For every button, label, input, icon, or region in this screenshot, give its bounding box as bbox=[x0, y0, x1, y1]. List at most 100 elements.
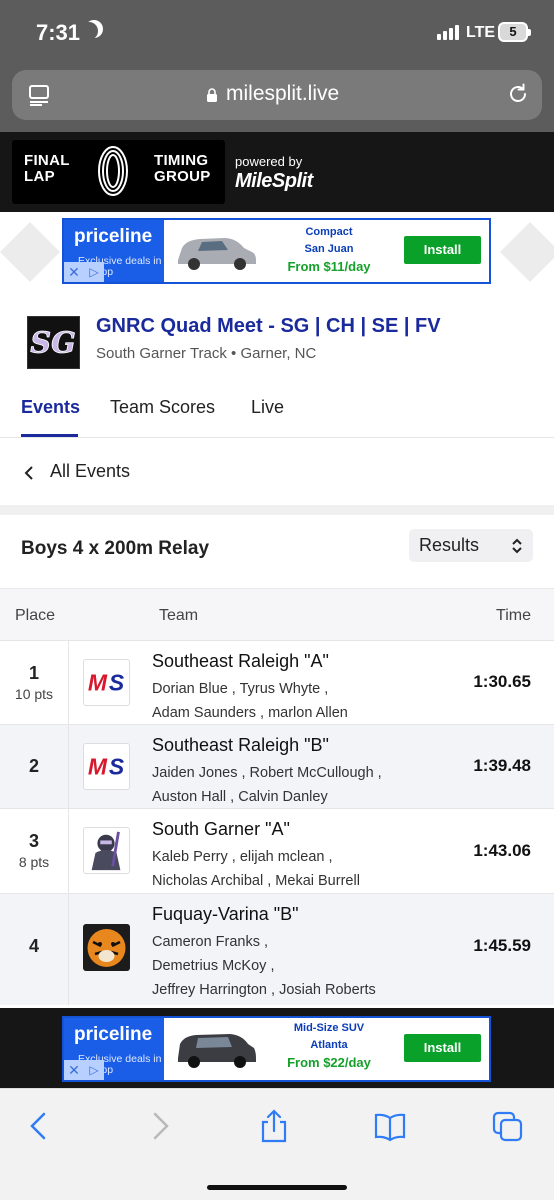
place-cell: 3 8 pts bbox=[0, 809, 69, 893]
place-number: 1 bbox=[28, 663, 39, 683]
forward-arrow-icon[interactable] bbox=[143, 1109, 175, 1143]
athlete-list: Cameron Franks , Demetrius McKoy , Jeffr… bbox=[152, 930, 442, 1002]
site-header: FINAL LAP TIMING GROUP powered by MileSp… bbox=[0, 132, 554, 212]
athletes-line: Demetrius McKoy , bbox=[152, 958, 275, 974]
ad-close-icon[interactable]: ✕ bbox=[64, 262, 84, 282]
col-team: Team bbox=[159, 607, 199, 624]
athletes-line: Kaleb Perry , elijah mclean , bbox=[152, 849, 333, 865]
team-name[interactable]: Fuquay-Varina "B" bbox=[152, 904, 299, 925]
athlete-list: Jaiden Jones , Robert McCullough , Austo… bbox=[152, 761, 442, 809]
priceline-ad[interactable]: priceline Exclusive deals in the app ✕ ▷… bbox=[62, 218, 491, 284]
ad-choices-icon[interactable]: ▷ bbox=[84, 1060, 104, 1080]
tab-events[interactable]: Events bbox=[21, 397, 80, 418]
milesplit-logo[interactable]: MileSplit bbox=[235, 170, 313, 193]
reader-mode-icon[interactable] bbox=[28, 84, 50, 106]
ad-offer: Compact San Juan From $11/day bbox=[264, 224, 394, 275]
tabs-icon[interactable] bbox=[492, 1109, 524, 1143]
team-name[interactable]: Southeast Raleigh "A" bbox=[152, 651, 329, 672]
meet-title[interactable]: GNRC Quad Meet - SG | CH | SE | FV bbox=[96, 315, 441, 338]
lock-icon bbox=[207, 88, 217, 102]
event-title: Boys 4 x 200m Relay bbox=[21, 538, 210, 559]
table-row[interactable]: 4 Fuquay-Varina "B" Cameron Franks , Dem… bbox=[0, 893, 554, 1005]
car-image bbox=[178, 1034, 256, 1068]
back-arrow-icon[interactable] bbox=[24, 1109, 56, 1143]
browser-toolbar: milesplit.live bbox=[0, 64, 554, 132]
team-name[interactable]: South Garner "A" bbox=[152, 819, 290, 840]
meet-location: South Garner Track • Garner, NC bbox=[96, 345, 317, 362]
athletes-line: Auston Hall , Calvin Danley bbox=[152, 789, 328, 805]
home-indicator bbox=[207, 1185, 347, 1190]
athletes-line: Cameron Franks , bbox=[152, 934, 269, 950]
status-time: 7:31 bbox=[36, 20, 81, 45]
svg-text:M: M bbox=[88, 754, 108, 780]
team-logo bbox=[83, 924, 130, 971]
svg-text:M: M bbox=[88, 670, 108, 696]
share-icon[interactable] bbox=[258, 1109, 290, 1143]
reload-icon[interactable] bbox=[506, 82, 530, 106]
place-cell: 1 10 pts bbox=[0, 641, 69, 724]
network-label: LTE bbox=[466, 24, 496, 41]
bookmarks-icon[interactable] bbox=[374, 1109, 406, 1143]
all-events-link[interactable]: All Events bbox=[0, 439, 554, 505]
address-bar[interactable]: milesplit.live bbox=[12, 70, 542, 120]
url-text[interactable]: milesplit.live bbox=[226, 82, 339, 106]
team-name[interactable]: Southeast Raleigh "B" bbox=[152, 735, 329, 756]
table-row[interactable]: 3 8 pts South Garner "A" Kaleb Perry , e… bbox=[0, 808, 554, 893]
svg-text:S: S bbox=[109, 670, 125, 696]
top-ad-band: priceline Exclusive deals in the app ✕ ▷… bbox=[0, 212, 554, 290]
ad-install-button[interactable]: Install bbox=[404, 236, 481, 264]
ad-brand: priceline bbox=[74, 1024, 153, 1045]
ad-install-button[interactable]: Install bbox=[404, 1034, 481, 1062]
result-time: 1:30.65 bbox=[473, 672, 531, 691]
place-cell: 2 bbox=[0, 725, 69, 808]
result-time: 1:39.48 bbox=[473, 756, 531, 775]
table-row[interactable]: 1 10 pts M S Southeast Raleigh "A" Doria… bbox=[0, 640, 554, 724]
place-points: 10 pts bbox=[14, 686, 54, 702]
track-oval-icon bbox=[98, 146, 128, 196]
results-table-header: Place Team Time bbox=[0, 588, 554, 640]
section-divider bbox=[0, 505, 554, 515]
place-number: 3 bbox=[28, 831, 39, 851]
col-place: Place bbox=[15, 607, 56, 624]
athletes-line: Jaiden Jones , Robert McCullough , bbox=[152, 765, 382, 781]
priceline-ad[interactable]: priceline Exclusive deals in the app ✕ ▷… bbox=[62, 1016, 491, 1082]
bottom-ad-band: priceline Exclusive deals in the app ✕ ▷… bbox=[0, 1008, 554, 1088]
place-number: 2 bbox=[28, 756, 39, 776]
athletes-line: Dorian Blue , Tyrus Whyte , bbox=[152, 681, 329, 697]
ad-car-type: Mid-Size SUV bbox=[293, 1022, 365, 1034]
view-select-value: Results bbox=[419, 535, 480, 555]
tab-team-scores[interactable]: Team Scores bbox=[110, 397, 215, 418]
ad-choices-icon[interactable]: ▷ bbox=[84, 262, 104, 282]
ad-close-icon[interactable]: ✕ bbox=[64, 1060, 84, 1080]
active-tab-indicator bbox=[21, 434, 78, 437]
col-time: Time bbox=[496, 607, 531, 624]
final-lap-logo[interactable]: FINAL LAP TIMING GROUP bbox=[12, 140, 225, 204]
team-logo: M S bbox=[83, 659, 130, 706]
car-image bbox=[178, 238, 256, 270]
athletes-line: Adam Saunders , marlon Allen bbox=[152, 705, 348, 721]
chevron-left-icon bbox=[24, 466, 33, 480]
athlete-list: Dorian Blue , Tyrus Whyte , Adam Saunder… bbox=[152, 677, 442, 725]
tab-live[interactable]: Live bbox=[251, 397, 284, 418]
result-time: 1:45.59 bbox=[473, 936, 531, 955]
table-row[interactable]: 2 M S Southeast Raleigh "B" Jaiden Jones… bbox=[0, 724, 554, 808]
athlete-list: Kaleb Perry , elijah mclean , Nicholas A… bbox=[152, 845, 442, 893]
moon-icon bbox=[80, 22, 98, 40]
select-arrows-icon bbox=[512, 538, 522, 554]
athletes-line: Nicholas Archibal , Mekai Burrell bbox=[152, 873, 360, 889]
ad-price: From $22/day bbox=[287, 1055, 371, 1070]
meet-tabs: Events Team Scores Live bbox=[0, 388, 554, 438]
place-cell: 4 bbox=[0, 894, 69, 1005]
place-points: 8 pts bbox=[18, 854, 50, 870]
athletes-line: Jeffrey Harrington , Josiah Roberts bbox=[152, 982, 376, 998]
powered-by-label: powered by bbox=[235, 154, 303, 169]
team-logo: M S bbox=[83, 743, 130, 790]
ad-price: From $11/day bbox=[287, 259, 371, 274]
view-select[interactable]: Results bbox=[409, 529, 533, 562]
ad-brand-panel: priceline Exclusive deals in the app ✕ ▷ bbox=[64, 1018, 164, 1080]
school-logo: SG bbox=[27, 316, 80, 369]
result-time: 1:43.06 bbox=[473, 841, 531, 860]
status-bar: 7:31 LTE 5 bbox=[0, 0, 554, 64]
ad-brand: priceline bbox=[74, 226, 153, 247]
browser-bottom-toolbar bbox=[0, 1088, 554, 1200]
